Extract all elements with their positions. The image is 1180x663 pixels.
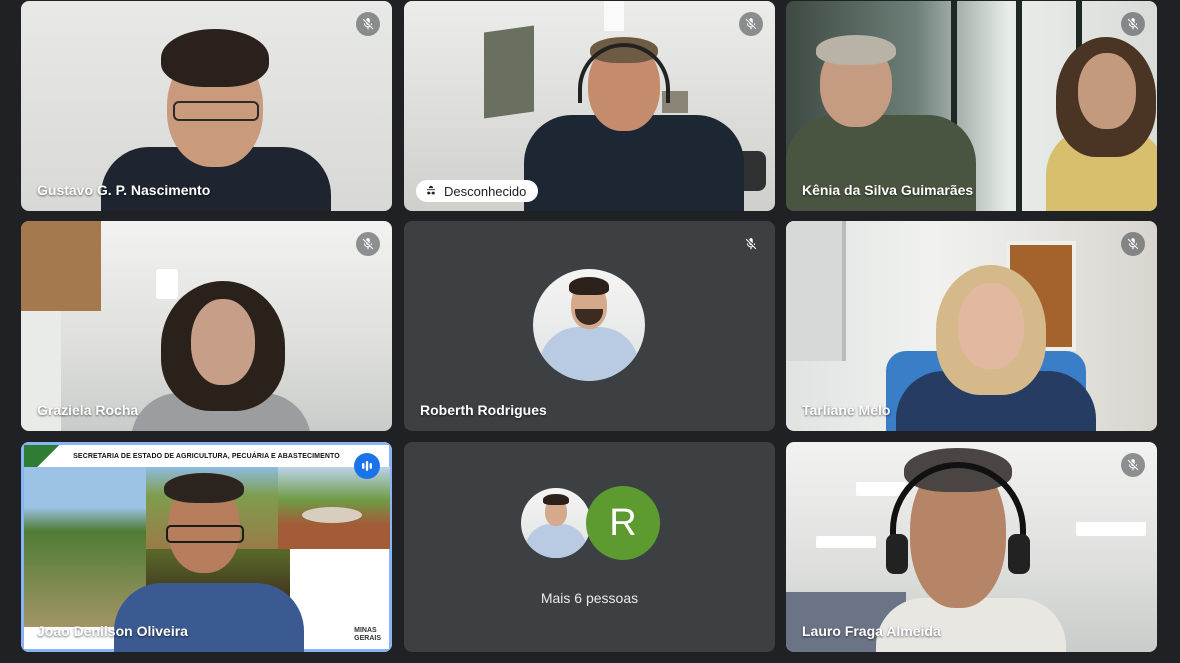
participant-tile-lauro[interactable]: Lauro Fraga Almeida [786, 442, 1157, 652]
participant-name: Gustavo G. P. Nascimento [37, 182, 211, 198]
mic-off-icon [1121, 453, 1145, 477]
video-feed [21, 221, 392, 431]
participant-name: Lauro Fraga Almeida [802, 623, 941, 639]
participant-name: Graziela Rocha [37, 402, 139, 418]
mic-off-icon [1121, 232, 1145, 256]
video-feed [786, 221, 1157, 431]
participant-tile-joao[interactable]: SECRETARIA DE ESTADO DE AGRICULTURA, PEC… [21, 442, 392, 652]
avatar [521, 488, 591, 558]
participant-tile-gustavo[interactable]: Gustavo G. P. Nascimento [21, 1, 392, 211]
participant-name: Joao Denilson Oliveira [37, 623, 188, 639]
participant-tile-tarliane[interactable]: Tarliane Melo [786, 221, 1157, 431]
participant-name: Tarliane Melo [802, 402, 891, 418]
slide-banner: SECRETARIA DE ESTADO DE AGRICULTURA, PEC… [24, 445, 389, 467]
mic-off-icon [356, 12, 380, 36]
more-participants-tile[interactable]: R Mais 6 pessoas [404, 442, 775, 652]
logo-text-line1: MINAS [354, 627, 377, 634]
mic-off-icon [739, 12, 763, 36]
more-people-label: Mais 6 pessoas [540, 590, 639, 606]
video-feed [786, 442, 1157, 652]
participant-tile-graziela[interactable]: Graziela Rocha [21, 221, 392, 431]
mic-off-icon [356, 232, 380, 256]
mic-off-icon [1121, 12, 1145, 36]
avatar-letter: R [586, 486, 660, 560]
participant-name: Desconhecido [444, 183, 527, 199]
participant-tile-desconhecido[interactable]: Desconhecido [404, 1, 775, 211]
video-feed [786, 1, 1157, 211]
participant-tile-roberth[interactable]: Roberth Rodrigues [404, 221, 775, 431]
participant-name: Roberth Rodrigues [420, 402, 547, 418]
avatar [533, 269, 645, 381]
logo-text-line2: GERAIS [354, 635, 381, 642]
incognito-icon [426, 185, 436, 195]
mic-off-icon [739, 232, 763, 256]
participant-name: Kênia da Silva Guimarães [802, 182, 974, 198]
minas-gerais-logo: MINAS GERAIS [354, 627, 381, 643]
audio-level-icon [354, 453, 380, 479]
unknown-participant-chip: Desconhecido [416, 180, 539, 202]
participant-tile-kenia[interactable]: Kênia da Silva Guimarães [786, 1, 1157, 211]
pond-photo [278, 467, 390, 549]
video-feed [21, 1, 392, 211]
shared-slide: SECRETARIA DE ESTADO DE AGRICULTURA, PEC… [24, 445, 390, 652]
